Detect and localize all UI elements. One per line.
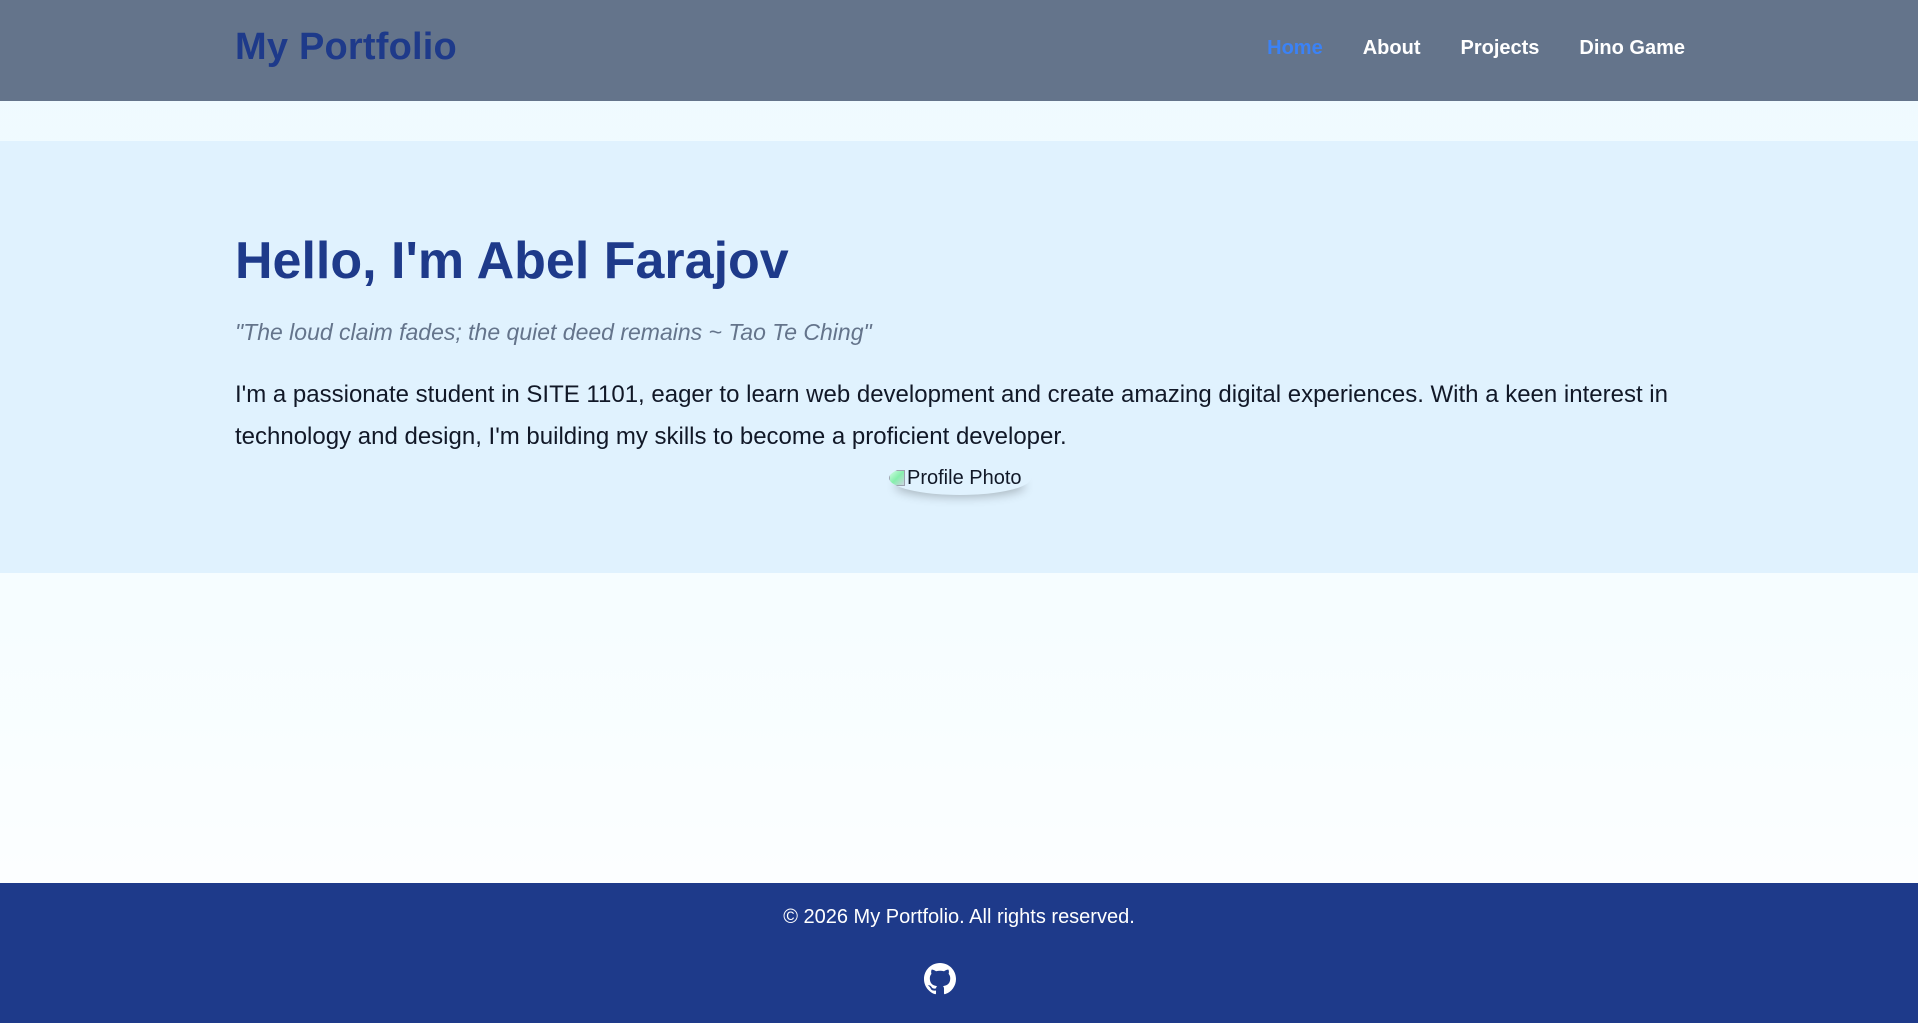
github-icon-glyph [924, 963, 956, 995]
hero-title: Hello, I'm Abel Farajov [235, 232, 789, 290]
hero-section: Hello, I'm Abel Farajov "The loud claim … [0, 141, 1918, 573]
hero-bio: I'm a passionate student in SITE 1101, e… [235, 381, 1668, 450]
site-brand[interactable]: My Portfolio [235, 26, 457, 69]
nav-link-about[interactable]: About [1363, 37, 1421, 60]
site-header: My Portfolio Home About Projects Dino Ga… [0, 0, 1918, 101]
site-footer: © 2026 My Portfolio. All rights reserved… [0, 883, 1918, 1023]
github-icon[interactable] [924, 963, 956, 995]
broken-image-icon [889, 470, 905, 486]
profile-photo-alt-text: Profile Photo [907, 466, 1022, 489]
nav-link-projects[interactable]: Projects [1460, 37, 1539, 60]
nav-link-dino-game[interactable]: Dino Game [1579, 37, 1685, 60]
copyright-text: © 2026 My Portfolio. All rights reserved… [783, 906, 1135, 928]
hero-quote: "The loud claim fades; the quiet deed re… [235, 319, 872, 345]
main-nav: Home About Projects Dino Game [1267, 37, 1685, 60]
profile-photo: Profile Photo [889, 461, 1031, 495]
nav-link-home[interactable]: Home [1267, 37, 1323, 60]
